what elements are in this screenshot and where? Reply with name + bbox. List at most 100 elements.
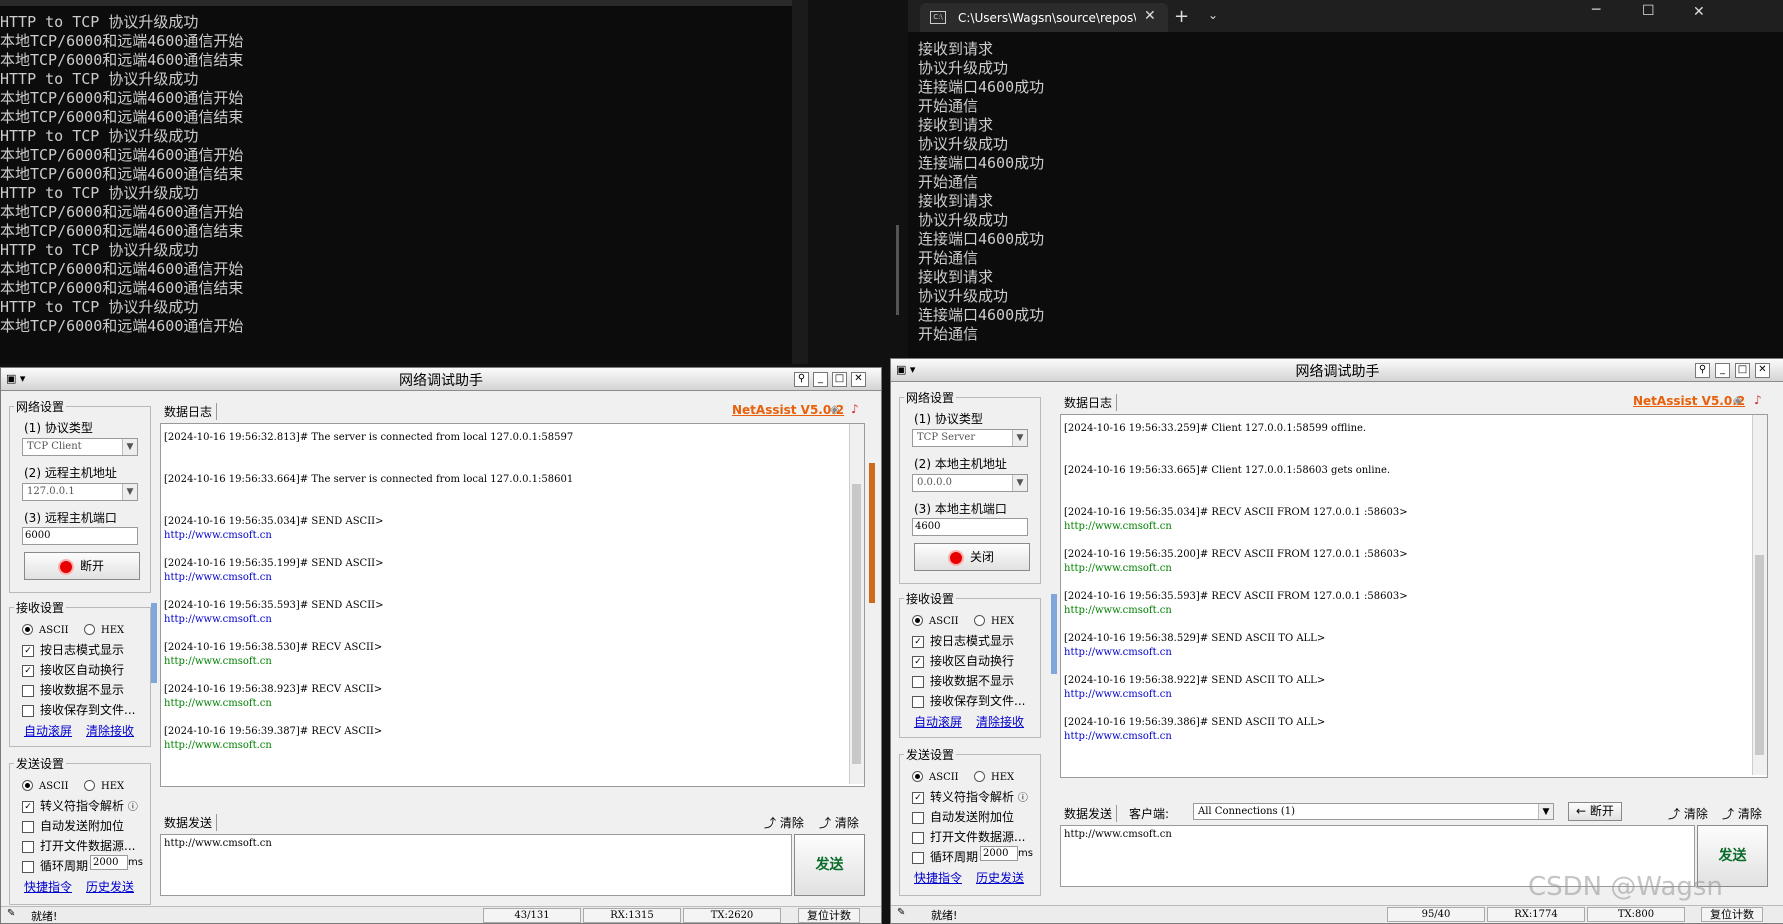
info-icon[interactable]: ⓘ (1018, 793, 1028, 804)
send-input[interactable]: http://www.cmsoft.cn (160, 834, 792, 896)
minimize-icon[interactable]: _ (1715, 363, 1730, 378)
auto-append-checkbox[interactable]: 自动发送附加位 (912, 808, 1014, 825)
chevron-down-icon[interactable]: ⌄ (1208, 8, 1218, 22)
log-entry-body: http://www.cmsoft.cn (1064, 647, 1172, 658)
close-server-button[interactable]: 关闭 (914, 543, 1030, 571)
protocol-label: (1) 协议类型 (24, 421, 93, 435)
protocol-select[interactable]: TCP Server ▼ (912, 429, 1028, 447)
pin-icon[interactable]: ⚲ (1695, 363, 1710, 378)
ascii-radio[interactable]: ASCII (22, 622, 69, 636)
escape-checkbox[interactable]: ✓ 转义符指令解析 ⓘ (22, 797, 138, 814)
auto-append-checkbox[interactable]: 自动发送附加位 (22, 817, 124, 834)
group-label: 发送设置 (904, 746, 957, 763)
save-file-checkbox[interactable]: 接收保存到文件... (22, 701, 135, 718)
log-tab[interactable]: 数据日志 (1064, 394, 1118, 411)
loop-period-input[interactable]: 2000 (980, 846, 1018, 861)
log-entry-header: [2024-10-16 19:56:38.530]# RECV ASCII> (164, 642, 383, 653)
minimize-icon[interactable]: _ (813, 372, 828, 387)
hex-radio[interactable]: HEX (84, 622, 124, 636)
brand-link[interactable]: NetAssist V5.0.2 (1633, 394, 1745, 408)
collapse-panel-handle[interactable] (1051, 594, 1057, 674)
terminal-tab[interactable]: C:\ C:\Users\Wagsn\source\repos\ ✕ (920, 3, 1168, 32)
history-link[interactable]: 历史发送 (86, 878, 134, 895)
clear-send-button[interactable]: ⤴ 清除 (819, 814, 859, 831)
console-line: HTTP to TCP 协议升级成功 (0, 184, 199, 202)
send-button[interactable]: 发送 (794, 834, 865, 896)
auto-wrap-checkbox[interactable]: ✓ 接收区自动换行 (22, 661, 124, 678)
maximize-icon[interactable]: □ (1735, 363, 1750, 378)
console-line: 协议升级成功 (918, 59, 1009, 77)
send-hex-radio[interactable]: HEX (974, 769, 1014, 783)
client-label: 客户端: (1129, 807, 1170, 821)
close-window-icon[interactable]: ✕ (1693, 4, 1705, 20)
send-ascii-radio[interactable]: ASCII (22, 778, 69, 792)
auto-scroll-link[interactable]: 自动滚屏 (914, 713, 962, 730)
ascii-radio[interactable]: ASCII (912, 613, 959, 627)
protocol-select[interactable]: TCP Client ▼ (22, 438, 138, 456)
client-select[interactable]: All Connections (1) ▼ (1193, 803, 1554, 820)
bell-icon[interactable]: ♪ (851, 402, 859, 416)
skin-icon[interactable]: ◈ (1733, 393, 1742, 407)
file-source-checkbox[interactable]: 打开文件数据源... (912, 828, 1025, 845)
new-tab-icon[interactable]: + (1174, 6, 1189, 27)
close-icon[interactable]: ✕ (1755, 363, 1770, 378)
log-mode-checkbox[interactable]: ✓ 按日志模式显示 (912, 632, 1014, 649)
receive-log[interactable]: [2024-10-16 19:56:32.813]# The server is… (160, 423, 865, 787)
loop-checkbox[interactable]: 循环周期 (22, 857, 88, 874)
log-entry-body: http://www.cmsoft.cn (1064, 563, 1172, 574)
log-scrollbar[interactable] (849, 424, 864, 784)
brand-link[interactable]: NetAssist V5.0.2 (732, 403, 844, 417)
host-select[interactable]: 127.0.0.1 ▼ (22, 483, 138, 501)
loop-checkbox[interactable]: 循环周期 (912, 848, 978, 865)
escape-checkbox[interactable]: ✓ 转义符指令解析 ⓘ (912, 788, 1028, 805)
send-settings-group: 发送设置 ASCII HEX ✓ 转义符指令解析 ⓘ 自动发送附加位 打开文件数据… (9, 755, 151, 905)
bell-icon[interactable]: ♪ (1754, 393, 1762, 407)
disconnect-client-button[interactable]: ← 断开 (1568, 802, 1622, 821)
console-line: HTTP to TCP 协议升级成功 (0, 70, 199, 88)
log-scrollbar[interactable] (1752, 415, 1767, 775)
file-source-checkbox[interactable]: 打开文件数据源... (22, 837, 135, 854)
collapse-panel-handle[interactable] (151, 603, 157, 683)
clear-send-button[interactable]: ⤴ 清除 (1722, 805, 1762, 822)
hex-radio[interactable]: HEX (974, 613, 1014, 627)
clear-send-log-button[interactable]: ⤴ 清除 (764, 814, 804, 831)
close-tab-icon[interactable]: ✕ (1144, 8, 1156, 24)
auto-wrap-checkbox[interactable]: ✓ 接收区自动换行 (912, 652, 1014, 669)
reset-count-button[interactable]: 复位计数 (798, 908, 860, 923)
send-ascii-radio[interactable]: ASCII (912, 769, 959, 783)
skin-icon[interactable]: ◈ (830, 402, 839, 416)
log-tab[interactable]: 数据日志 (164, 403, 218, 420)
send-tab[interactable]: 数据发送 (1064, 805, 1118, 822)
close-icon[interactable]: ✕ (851, 372, 866, 387)
clear-send-log-button[interactable]: ⤴ 清除 (1668, 805, 1708, 822)
save-file-checkbox[interactable]: 接收保存到文件... (912, 692, 1025, 709)
clear-receive-link[interactable]: 清除接收 (86, 722, 134, 739)
log-entry-header: [2024-10-16 19:56:33.259]# Client 127.0.… (1064, 423, 1367, 434)
maximize-icon[interactable]: ☐ (1642, 3, 1655, 19)
clear-receive-link[interactable]: 清除接收 (976, 713, 1024, 730)
pin-icon[interactable]: ⚲ (794, 372, 809, 387)
receive-log[interactable]: [2024-10-16 19:56:33.259]# Client 127.0.… (1060, 414, 1768, 778)
loop-period-input[interactable]: 2000 (90, 855, 128, 870)
shortcut-link[interactable]: 快捷指令 (24, 878, 72, 895)
info-icon[interactable]: ⓘ (128, 802, 138, 813)
maximize-icon[interactable]: □ (832, 372, 847, 387)
port-input[interactable]: 4600 (912, 518, 1028, 536)
send-hex-radio[interactable]: HEX (84, 778, 124, 792)
shortcut-link[interactable]: 快捷指令 (914, 869, 962, 886)
host-select[interactable]: 0.0.0.0 ▼ (912, 474, 1028, 492)
history-link[interactable]: 历史发送 (976, 869, 1024, 886)
log-mode-checkbox[interactable]: ✓ 按日志模式显示 (22, 641, 124, 658)
reset-count-button[interactable]: 复位计数 (1701, 907, 1763, 922)
minimize-icon[interactable]: ─ (1592, 2, 1600, 18)
disconnect-button[interactable]: 断开 (24, 552, 140, 580)
auto-scroll-link[interactable]: 自动滚屏 (24, 722, 72, 739)
send-tab[interactable]: 数据发送 (164, 814, 218, 831)
port-input[interactable]: 6000 (22, 527, 138, 545)
network-settings-group: 网络设置 (1) 协议类型 TCP Client ▼ (2) 远程主机地址 127… (9, 398, 151, 593)
log-entry-header: [2024-10-16 19:56:38.922]# SEND ASCII TO… (1064, 675, 1326, 686)
hide-data-checkbox[interactable]: 接收数据不显示 (912, 672, 1014, 689)
left-console-scroll-thumb[interactable] (896, 225, 899, 315)
hide-data-checkbox[interactable]: 接收数据不显示 (22, 681, 124, 698)
console-line: 协议升级成功 (918, 135, 1009, 153)
